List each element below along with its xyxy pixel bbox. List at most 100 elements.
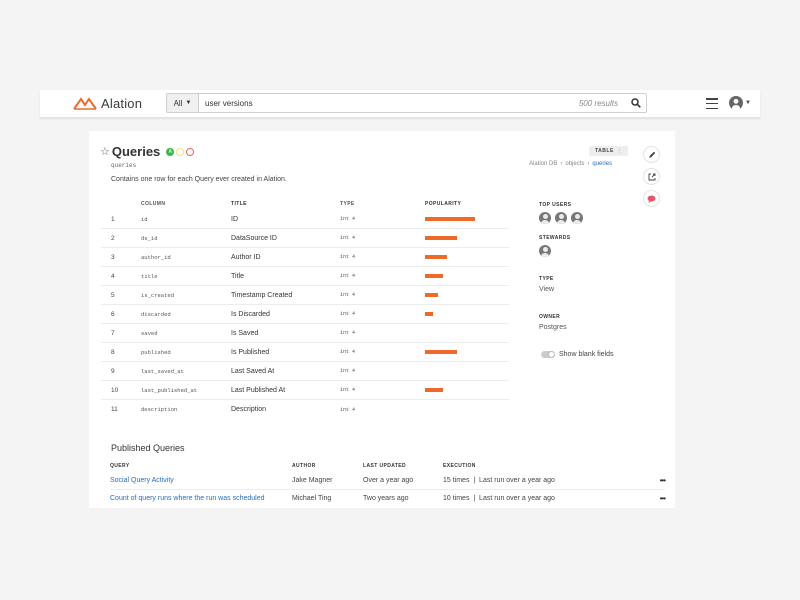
header-title[interactable]: TITLE	[231, 201, 340, 207]
steward-avatar[interactable]	[539, 245, 551, 257]
table-row[interactable]: 7 saved Is Saved int 4	[101, 324, 509, 343]
column-name: last_saved_at	[141, 367, 184, 375]
column-title[interactable]: Author ID	[231, 254, 340, 261]
search-scope-dropdown[interactable]: All ▼	[167, 94, 199, 112]
object-detail-card: ☆ Queries A queries Contains one row for…	[89, 131, 675, 508]
column-type: int 4	[340, 273, 356, 279]
breadcrumb-current[interactable]: queries	[592, 161, 612, 167]
top-users-section: TOP USERS	[539, 202, 587, 224]
popularity-cell	[425, 236, 509, 240]
column-type: int 4	[340, 254, 356, 260]
owner-label: OWNER	[539, 314, 561, 320]
breadcrumb-item[interactable]: objects	[565, 161, 584, 167]
user-menu[interactable]: ▼	[729, 96, 751, 110]
table-row[interactable]: 8 published Is Published int 4	[101, 343, 509, 362]
chevron-down-icon: ▼	[745, 100, 751, 106]
column-type: int 4	[340, 216, 356, 222]
column-title[interactable]: Is Published	[231, 349, 340, 356]
row-number: 6	[111, 310, 115, 318]
row-number: 3	[111, 253, 115, 261]
header-query[interactable]: QUERY	[110, 463, 292, 469]
header-type[interactable]: TYPE	[340, 201, 425, 207]
share-button[interactable]	[643, 168, 660, 185]
column-name: saved	[141, 329, 158, 337]
user-avatar[interactable]	[539, 212, 551, 224]
popularity-bar	[425, 312, 433, 316]
search-input[interactable]	[199, 94, 579, 112]
column-type: int 4	[340, 235, 356, 241]
type-badge-label: TABLE	[595, 148, 614, 154]
search-scope-label: All	[173, 98, 183, 108]
show-blank-fields-toggle[interactable]	[541, 351, 555, 358]
popularity-cell	[425, 293, 509, 297]
object-description: Contains one row for each Query ever cre…	[111, 176, 287, 183]
table-row[interactable]: 1 id ID int 4	[101, 210, 509, 229]
column-title[interactable]: ID	[231, 216, 340, 223]
query-author: Jake Magner	[292, 476, 333, 484]
warning-flag-icon[interactable]	[176, 147, 185, 156]
column-name: title	[141, 272, 158, 280]
edit-button[interactable]	[643, 146, 660, 163]
table-row[interactable]: 11 description Description int 4	[101, 400, 509, 419]
show-blank-fields-label: Show blank fields	[559, 351, 614, 358]
type-section: TYPE View	[539, 276, 554, 293]
table-row[interactable]: 4 title Title int 4	[101, 267, 509, 286]
query-row: Count of query runs where the run was sc…	[110, 489, 666, 507]
user-avatar[interactable]	[555, 212, 567, 224]
alation-logo[interactable]: Alation	[73, 96, 142, 111]
column-type: int 4	[340, 311, 356, 317]
stewards-avatars	[539, 245, 571, 257]
endorsed-flag-icon[interactable]: A	[166, 147, 175, 156]
column-title[interactable]: Is Saved	[231, 330, 340, 337]
top-users-avatars	[539, 212, 587, 224]
column-title[interactable]: Is Discarded	[231, 311, 340, 318]
popularity-bar	[425, 350, 457, 354]
column-name: id	[141, 215, 148, 223]
pen-icon	[648, 151, 655, 158]
chat-bubble-icon	[647, 195, 656, 203]
popularity-bar	[425, 274, 443, 278]
table-row[interactable]: 6 discarded Is Discarded int 4	[101, 305, 509, 324]
header-author[interactable]: AUTHOR	[292, 463, 363, 469]
header-popularity[interactable]: POPULARITY	[425, 201, 509, 207]
popularity-bar	[425, 293, 438, 297]
column-title[interactable]: Description	[231, 406, 340, 413]
table-row[interactable]: 9 last_saved_at Last Saved At int 4	[101, 362, 509, 381]
header-column[interactable]: COLUMN	[141, 201, 231, 207]
user-avatar[interactable]	[571, 212, 583, 224]
star-icon[interactable]: ☆	[100, 145, 110, 158]
table-row[interactable]: 3 author_id Author ID int 4	[101, 248, 509, 267]
column-title[interactable]: Last Saved At	[231, 368, 340, 375]
more-options-icon[interactable]: •••	[653, 476, 666, 485]
query-link[interactable]: Count of query runs where the run was sc…	[110, 495, 264, 502]
hamburger-menu-icon[interactable]	[706, 98, 718, 109]
row-number: 9	[111, 367, 115, 375]
table-row[interactable]: 5 is_created Timestamp Created int 4	[101, 286, 509, 305]
query-link[interactable]: Social Query Activity	[110, 477, 174, 484]
table-body: 1 id ID int 4 2 ds_id DataSource ID int 4 3 autho…	[101, 210, 509, 419]
stewards-section: STEWARDS	[539, 235, 571, 257]
divider: ⋮	[616, 148, 623, 154]
type-label: TYPE	[539, 276, 554, 282]
query-author: Michael Ting	[292, 495, 332, 502]
column-title[interactable]: Last Published At	[231, 387, 340, 394]
row-number: 8	[111, 348, 115, 356]
popularity-bar	[425, 217, 476, 221]
table-row[interactable]: 2 ds_id DataSource ID int 4	[101, 229, 509, 248]
table-header: COLUMN TITLE TYPE POPULARITY	[101, 198, 509, 210]
deprecated-flag-icon[interactable]	[186, 147, 195, 156]
table-row[interactable]: 10 last_published_at Last Published At int …	[101, 381, 509, 400]
header-execution[interactable]: EXECUTION	[443, 463, 665, 469]
breadcrumb-item[interactable]: Alation DB	[529, 161, 557, 167]
header-last-updated[interactable]: LAST UPDATED	[363, 463, 443, 469]
conversation-button[interactable]	[643, 190, 660, 207]
column-title[interactable]: Title	[231, 273, 340, 280]
column-title[interactable]: DataSource ID	[231, 235, 340, 242]
query-row: Social Query Activity Jake Magner Over a…	[110, 471, 666, 489]
type-value: View	[539, 286, 555, 293]
column-type: int 4	[340, 387, 356, 393]
column-type: int 4	[340, 349, 356, 355]
search-icon[interactable]	[626, 98, 646, 108]
column-title[interactable]: Timestamp Created	[231, 292, 340, 299]
more-options-icon[interactable]: •••	[653, 494, 666, 503]
